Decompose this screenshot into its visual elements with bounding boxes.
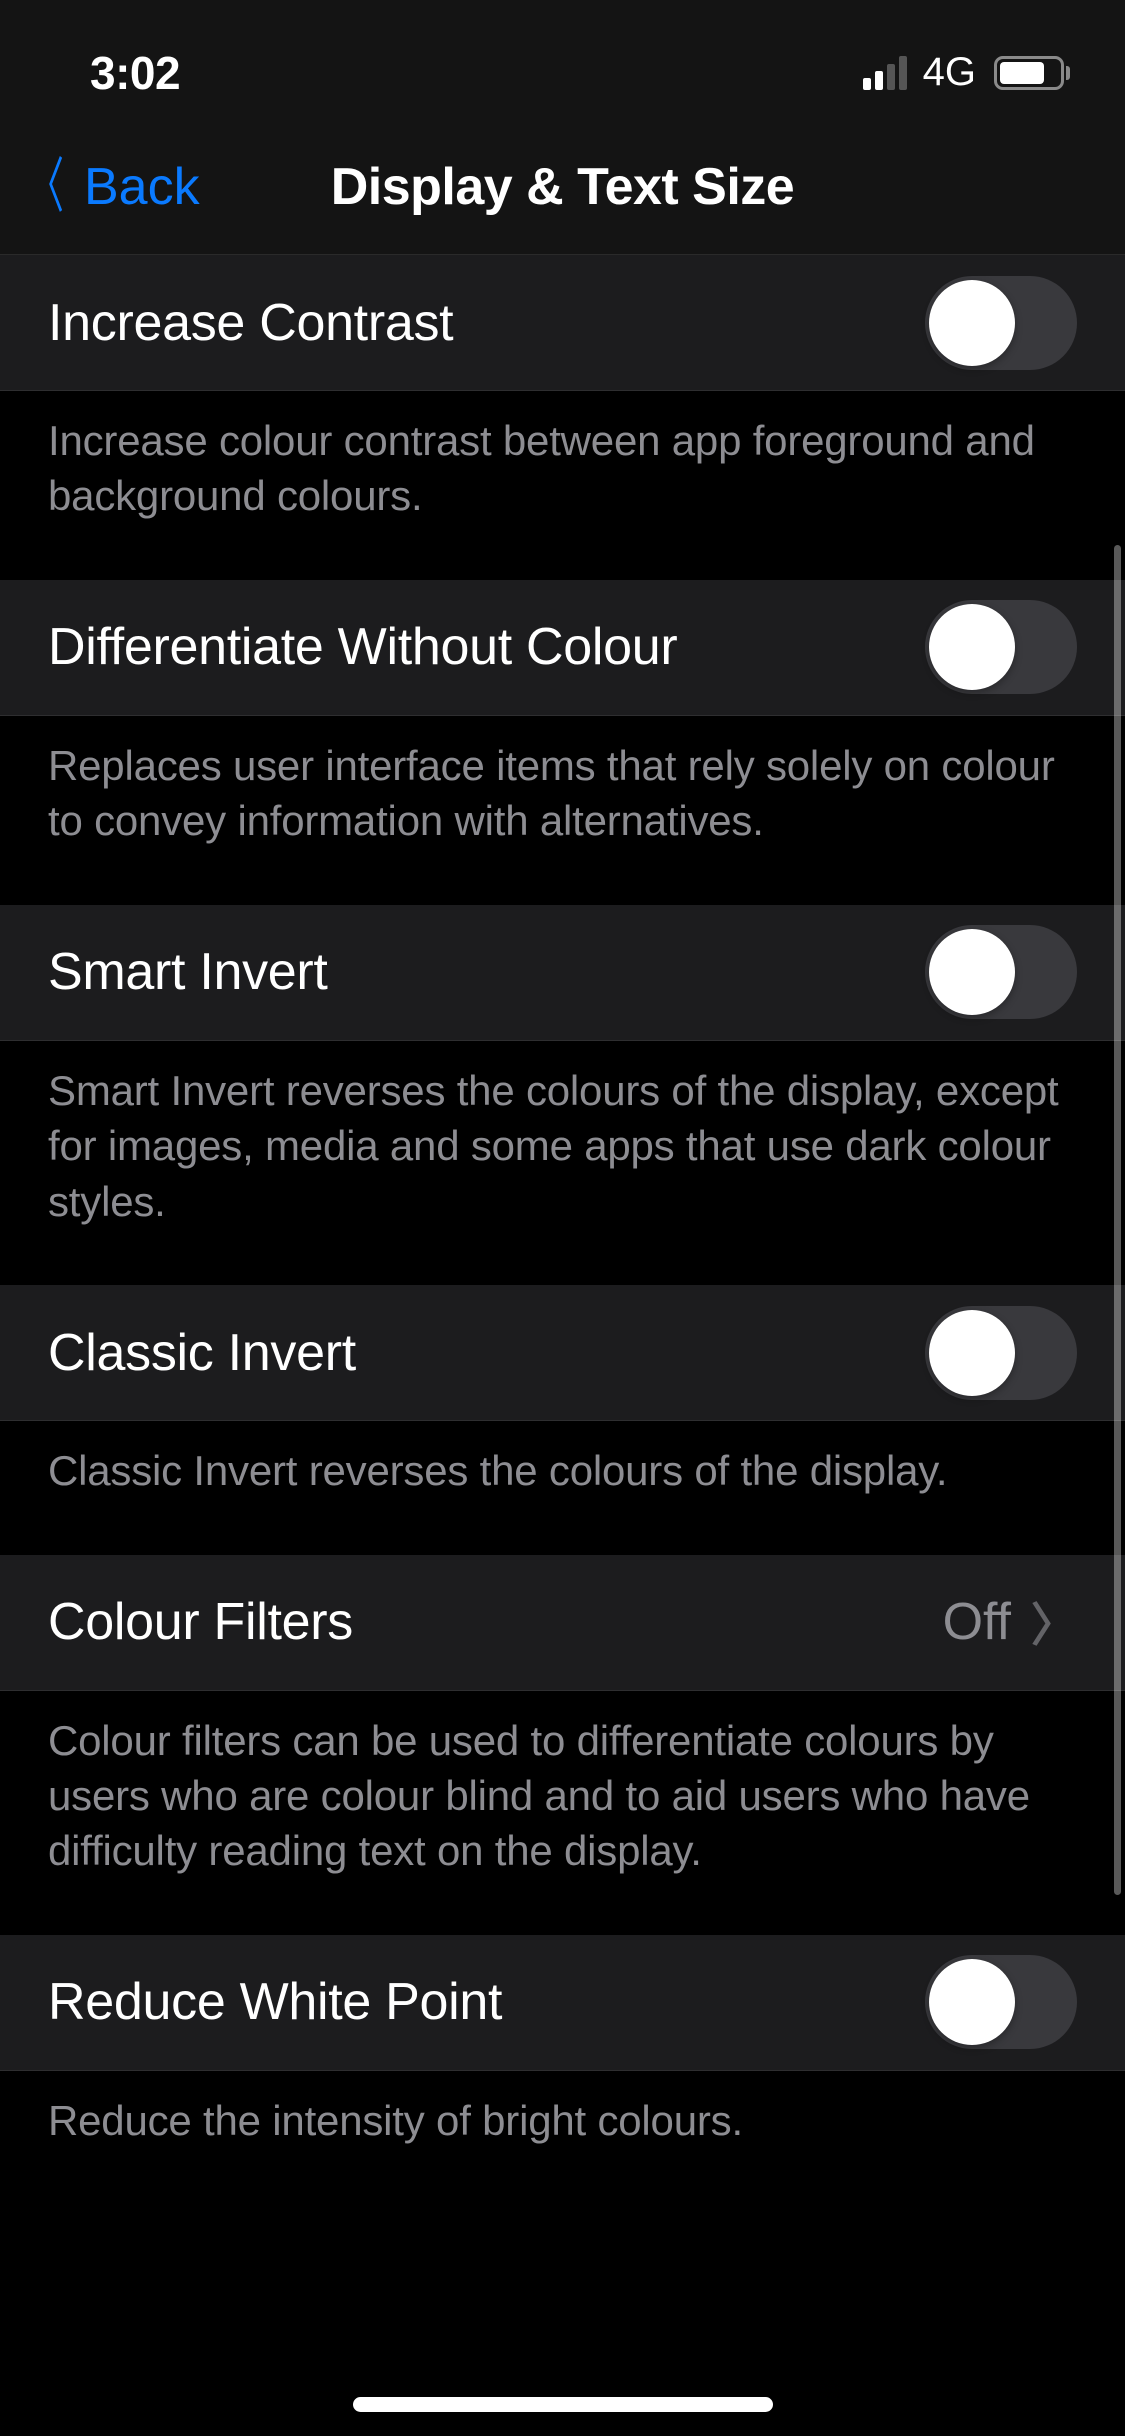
row-label: Increase Contrast (48, 293, 453, 353)
row-differentiate-without-colour: Differentiate Without Colour (0, 580, 1125, 716)
footer-smart-invert: Smart Invert reverses the colours of the… (0, 1041, 1125, 1229)
row-colour-filters[interactable]: Colour Filters Off 〉 (0, 1555, 1125, 1691)
status-time: 3:02 (90, 46, 180, 100)
back-label: Back (84, 157, 200, 217)
home-indicator[interactable] (353, 2397, 773, 2412)
footer-classic-invert: Classic Invert reverses the colours of t… (0, 1421, 1125, 1498)
footer-increase-contrast: Increase colour contrast between app for… (0, 391, 1125, 524)
content: Increase Contrast Increase colour contra… (0, 255, 1125, 2436)
footer-differentiate-without-colour: Replaces user interface items that rely … (0, 716, 1125, 849)
chevron-left-icon: 〈 (28, 157, 64, 217)
toggle-knob (929, 1959, 1015, 2045)
toggle-increase-contrast[interactable] (925, 276, 1077, 370)
row-label: Reduce White Point (48, 1972, 502, 2032)
section-smart-invert: Smart Invert Smart Invert reverses the c… (0, 905, 1125, 1229)
toggle-differentiate-without-colour[interactable] (925, 600, 1077, 694)
scrollbar[interactable] (1114, 545, 1121, 1895)
footer-colour-filters: Colour filters can be used to differenti… (0, 1691, 1125, 1879)
row-label: Differentiate Without Colour (48, 617, 677, 677)
row-reduce-white-point: Reduce White Point (0, 1935, 1125, 2071)
section-differentiate-without-colour: Differentiate Without Colour Replaces us… (0, 580, 1125, 849)
cellular-signal-icon (863, 56, 907, 90)
toggle-knob (929, 604, 1015, 690)
status-bar: 3:02 4G (0, 0, 1125, 120)
toggle-knob (929, 929, 1015, 1015)
toggle-knob (929, 280, 1015, 366)
back-button[interactable]: 〈 Back (16, 157, 200, 217)
row-label: Smart Invert (48, 942, 328, 1002)
row-value: Off (943, 1592, 1011, 1652)
row-label: Colour Filters (48, 1592, 353, 1652)
footer-reduce-white-point: Reduce the intensity of bright colours. (0, 2071, 1125, 2148)
navigation-bar: 〈 Back Display & Text Size (0, 120, 1125, 255)
section-increase-contrast: Increase Contrast Increase colour contra… (0, 255, 1125, 524)
row-classic-invert: Classic Invert (0, 1285, 1125, 1421)
row-label: Classic Invert (48, 1323, 356, 1383)
section-classic-invert: Classic Invert Classic Invert reverses t… (0, 1285, 1125, 1498)
row-smart-invert: Smart Invert (0, 905, 1125, 1041)
toggle-reduce-white-point[interactable] (925, 1955, 1077, 2049)
status-right: 4G (863, 50, 1070, 95)
toggle-classic-invert[interactable] (925, 1306, 1077, 1400)
row-increase-contrast: Increase Contrast (0, 255, 1125, 391)
toggle-knob (929, 1310, 1015, 1396)
row-right: Off 〉 (943, 1589, 1077, 1655)
section-reduce-white-point: Reduce White Point Reduce the intensity … (0, 1935, 1125, 2148)
battery-icon (994, 56, 1070, 90)
toggle-smart-invert[interactable] (925, 925, 1077, 1019)
network-type: 4G (923, 50, 976, 95)
chevron-right-icon: 〉 (1031, 1589, 1077, 1655)
section-colour-filters: Colour Filters Off 〉 Colour filters can … (0, 1555, 1125, 1879)
